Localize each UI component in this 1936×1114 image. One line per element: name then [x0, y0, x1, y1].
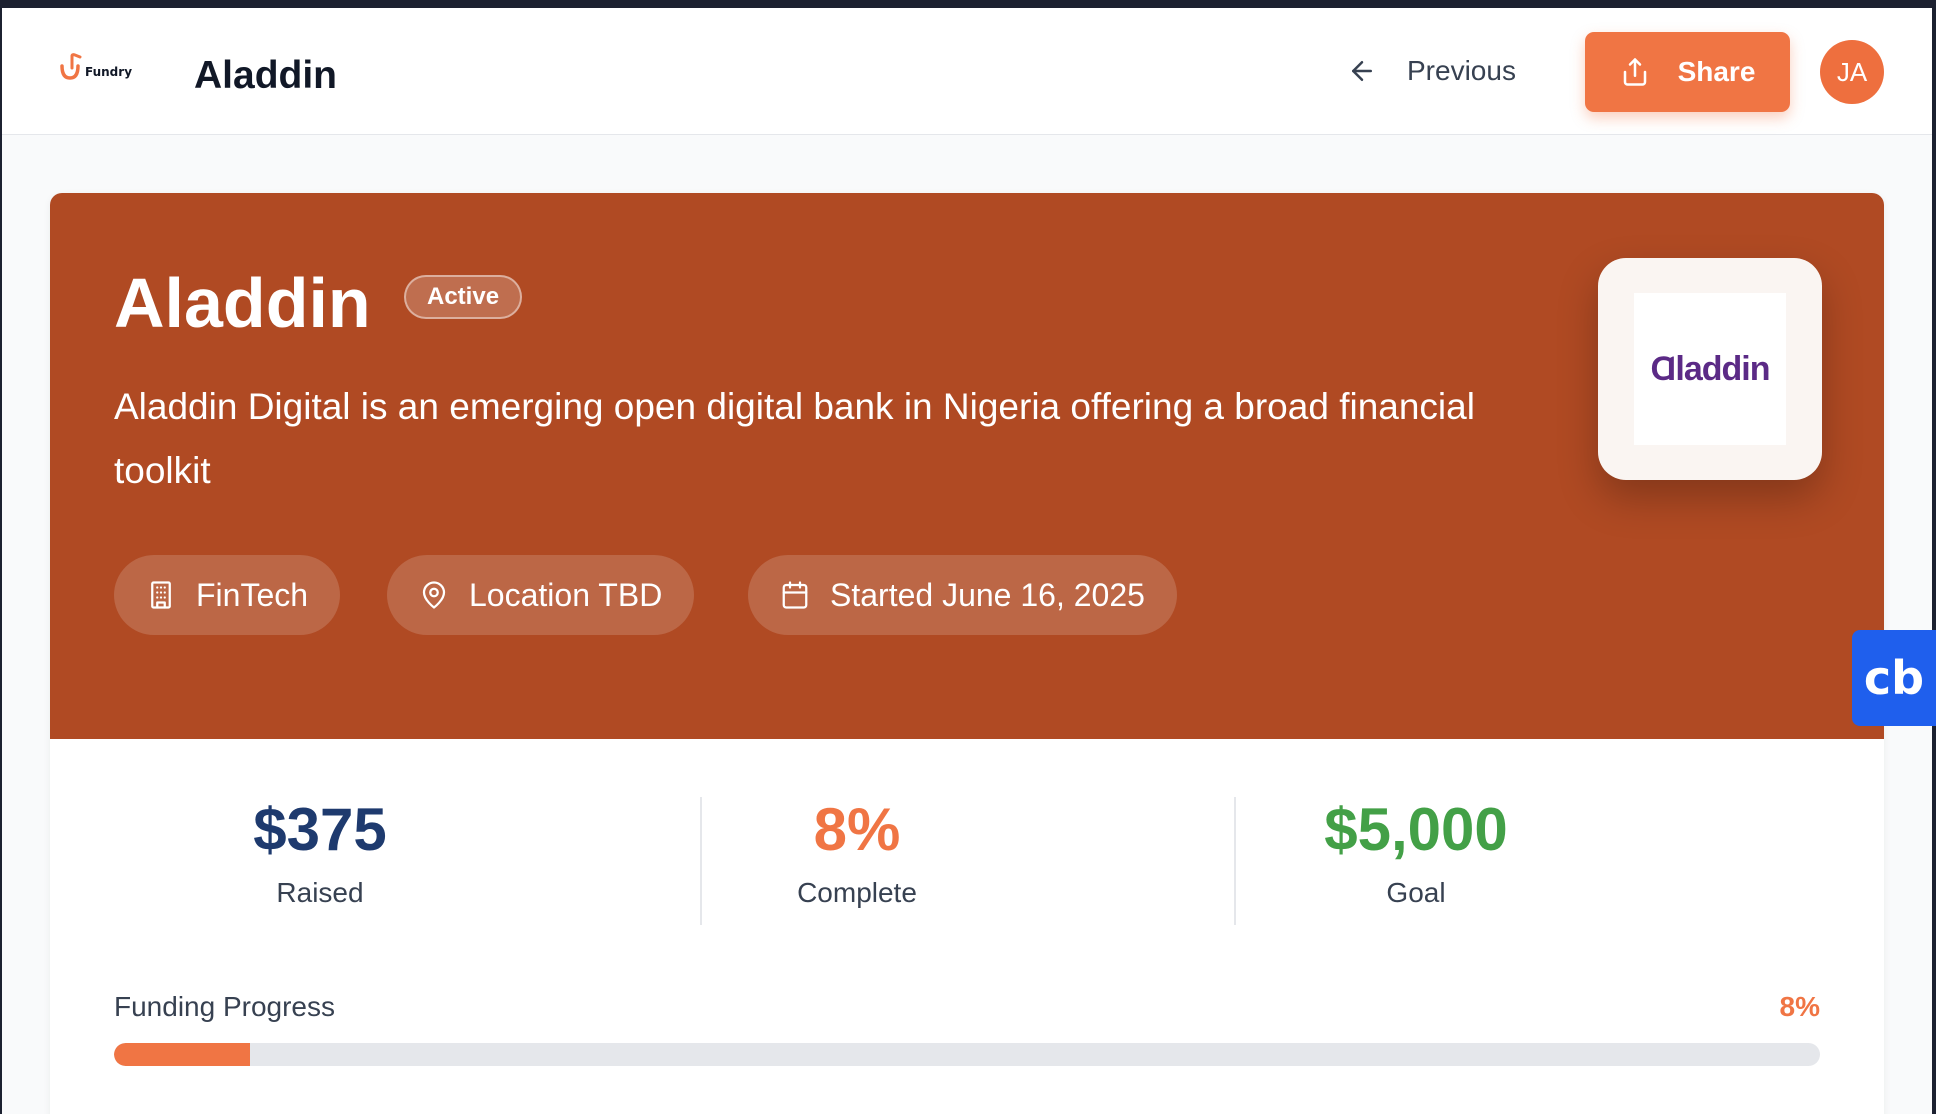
calendar-icon [782, 581, 808, 609]
campaign-description: Aladdin Digital is an emerging open digi… [114, 386, 1475, 491]
company-logo-text: Ɑladdin [1650, 349, 1770, 388]
campaign-hero: Aladdin Active Aladdin Digital is an eme… [50, 193, 1884, 739]
chip-category: FinTech [114, 555, 341, 635]
user-avatar[interactable]: JA [1820, 40, 1884, 104]
map-pin-icon [422, 581, 446, 609]
stat-goal: $5,000 Goal [1124, 795, 1708, 909]
chip-start-date-label: Started June 16, 2025 [830, 576, 1145, 613]
funding-progress-percent: 8% [1779, 991, 1820, 1022]
company-logo: Ɑladdin [1598, 258, 1822, 480]
funding-progress-bar [114, 1043, 1820, 1066]
fundry-logo[interactable]: Fundry [58, 52, 132, 82]
share-button[interactable]: Share [1585, 32, 1790, 112]
chip-location: Location TBD [387, 555, 695, 635]
stat-complete-value: 8% [813, 796, 901, 863]
funding-progress-fill [114, 1043, 251, 1066]
stat-raised-value: $375 [253, 796, 387, 863]
floating-widget-button[interactable]: cb [1852, 630, 1936, 726]
stat-complete: 8% Complete [590, 795, 1124, 909]
arrow-left-icon [1352, 61, 1372, 81]
building-icon [151, 581, 171, 609]
share-icon [1623, 58, 1646, 86]
previous-label: Previous [1407, 55, 1516, 86]
stat-raised: $375 Raised [50, 795, 590, 909]
stat-complete-label: Complete [797, 877, 917, 908]
page: Fundry Aladdin Previous Share JA Aladdin… [2, 8, 1932, 1114]
status-badge: Active [404, 275, 523, 319]
top-bar: Fundry Aladdin Previous Share JA [2, 8, 1932, 135]
chip-location-label: Location TBD [469, 576, 663, 613]
funding-stats: $375 Raised 8% Complete $5,000 Goal [50, 739, 1884, 939]
page-title: Aladdin [194, 54, 337, 97]
funding-progress-label: Funding Progress [114, 991, 336, 1022]
chip-start-date: Started June 16, 2025 [748, 555, 1177, 635]
previous-button[interactable]: Previous [1347, 50, 1516, 92]
chip-category-label: FinTech [196, 576, 309, 613]
campaign-title: Aladdin [114, 264, 371, 342]
share-label: Share [1677, 56, 1756, 87]
fundry-logo-icon [60, 53, 82, 80]
stat-goal-label: Goal [1386, 877, 1446, 908]
stat-goal-value: $5,000 [1324, 796, 1508, 863]
company-logo-image: Ɑladdin [1634, 293, 1786, 445]
campaign-card: Aladdin Active Aladdin Digital is an eme… [50, 193, 1884, 1114]
logo-text: Fundry [85, 65, 133, 79]
stat-raised-label: Raised [276, 877, 364, 908]
